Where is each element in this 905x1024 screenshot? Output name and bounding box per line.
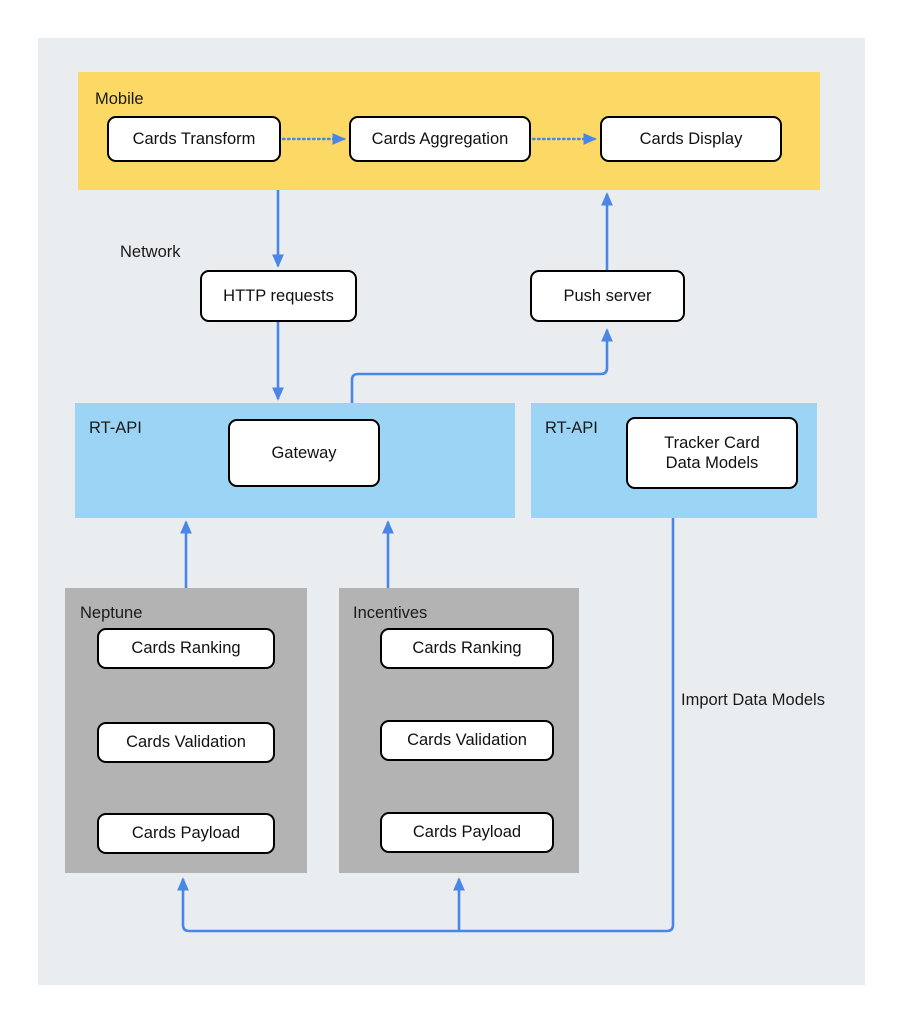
node-tracker-card-data-models[interactable]: Tracker Card Data Models xyxy=(626,417,798,489)
group-rtapi-right-label: RT-API xyxy=(545,419,598,437)
node-cards-aggregation[interactable]: Cards Aggregation xyxy=(349,116,531,162)
group-mobile-label: Mobile xyxy=(95,90,144,108)
group-rtapi-left-label: RT-API xyxy=(89,419,142,437)
node-neptune-cards-payload[interactable]: Cards Payload xyxy=(97,813,275,854)
node-http-requests[interactable]: HTTP requests xyxy=(200,270,357,322)
node-incentives-cards-payload[interactable]: Cards Payload xyxy=(380,812,554,853)
node-incentives-cards-validation[interactable]: Cards Validation xyxy=(380,720,554,761)
group-neptune-label: Neptune xyxy=(80,604,142,622)
diagram-stage: Mobile Cards Transform Cards Aggregation… xyxy=(0,0,905,1024)
node-cards-display[interactable]: Cards Display xyxy=(600,116,782,162)
node-incentives-cards-ranking[interactable]: Cards Ranking xyxy=(380,628,554,669)
group-incentives-label: Incentives xyxy=(353,604,427,622)
node-neptune-cards-validation[interactable]: Cards Validation xyxy=(97,722,275,763)
edge-label-import-data-models: Import Data Models xyxy=(681,691,825,710)
node-neptune-cards-ranking[interactable]: Cards Ranking xyxy=(97,628,275,669)
group-network-label: Network xyxy=(120,243,181,262)
node-gateway[interactable]: Gateway xyxy=(228,419,380,487)
node-cards-transform[interactable]: Cards Transform xyxy=(107,116,281,162)
node-push-server[interactable]: Push server xyxy=(530,270,685,322)
